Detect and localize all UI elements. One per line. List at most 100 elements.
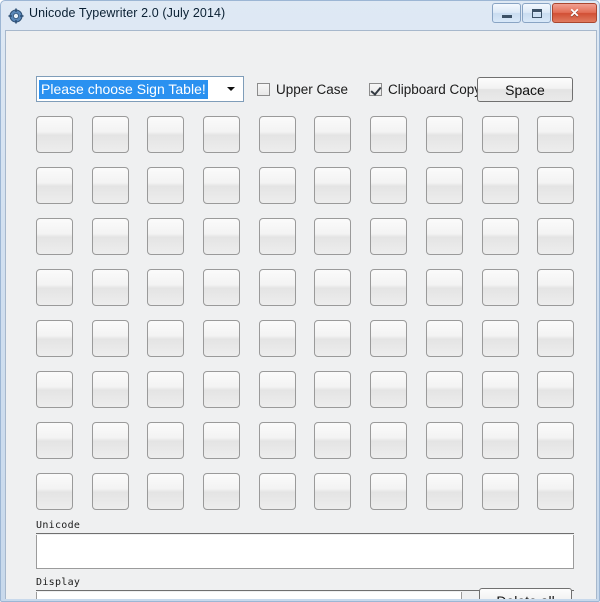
upper-case-checkbox-box[interactable] — [257, 83, 270, 96]
sign-button[interactable] — [91, 473, 129, 510]
clipboard-copy-label: Clipboard Copy — [388, 82, 482, 97]
sign-button[interactable] — [203, 422, 241, 459]
sign-button[interactable] — [36, 167, 73, 204]
sign-button[interactable] — [314, 167, 352, 204]
sign-button[interactable] — [481, 269, 519, 306]
sign-button[interactable] — [36, 473, 73, 510]
sign-button[interactable] — [370, 218, 408, 255]
sign-button[interactable] — [481, 473, 519, 510]
sign-button[interactable] — [147, 167, 185, 204]
sign-button[interactable] — [425, 371, 463, 408]
sign-button[interactable] — [91, 167, 129, 204]
sign-button[interactable] — [481, 167, 519, 204]
sign-button[interactable] — [425, 116, 463, 153]
sign-button[interactable] — [258, 269, 296, 306]
sign-button[interactable] — [425, 320, 463, 357]
sign-button[interactable] — [258, 218, 296, 255]
sign-button[interactable] — [537, 320, 575, 357]
sign-button[interactable] — [425, 269, 463, 306]
sign-button[interactable] — [481, 320, 519, 357]
sign-button[interactable] — [314, 371, 352, 408]
sign-button[interactable] — [91, 269, 129, 306]
clipboard-copy-checkbox[interactable]: Clipboard Copy — [369, 82, 481, 97]
sign-button[interactable] — [36, 320, 73, 357]
sign-button[interactable] — [537, 371, 575, 408]
sign-button[interactable] — [314, 422, 352, 459]
sign-button[interactable] — [91, 116, 129, 153]
sign-button[interactable] — [36, 371, 73, 408]
window-title: Unicode Typewriter 2.0 (July 2014) — [29, 6, 226, 20]
upper-case-checkbox[interactable]: Upper Case — [257, 82, 348, 97]
sign-button[interactable] — [314, 320, 352, 357]
sign-button[interactable] — [537, 116, 575, 153]
sign-button[interactable] — [36, 269, 73, 306]
sign-button[interactable] — [147, 473, 185, 510]
sign-button[interactable] — [370, 371, 408, 408]
sign-button[interactable] — [370, 422, 408, 459]
sign-button[interactable] — [258, 167, 296, 204]
sign-button[interactable] — [481, 371, 519, 408]
sign-button[interactable] — [370, 269, 408, 306]
sign-button[interactable] — [91, 371, 129, 408]
sign-button[interactable] — [314, 269, 352, 306]
sign-button[interactable] — [91, 320, 129, 357]
sign-button[interactable] — [314, 218, 352, 255]
sign-button[interactable] — [258, 422, 296, 459]
minimize-icon — [501, 15, 512, 18]
sign-button[interactable] — [147, 218, 185, 255]
delete-all-button[interactable]: Delete all — [479, 588, 572, 599]
space-button[interactable]: Space — [477, 77, 573, 102]
title-bar: Unicode Typewriter 2.0 (July 2014) ✕ — [1, 1, 600, 30]
sign-button[interactable] — [258, 371, 296, 408]
sign-button[interactable] — [370, 320, 408, 357]
sign-button[interactable] — [203, 218, 241, 255]
close-button[interactable]: ✕ — [552, 3, 597, 23]
sign-button[interactable] — [147, 269, 185, 306]
sign-button[interactable] — [203, 320, 241, 357]
sign-button[interactable] — [36, 116, 73, 153]
sign-button[interactable] — [203, 371, 241, 408]
minimize-button[interactable] — [492, 3, 521, 23]
sign-button[interactable] — [314, 473, 352, 510]
sign-button[interactable] — [481, 422, 519, 459]
sign-button[interactable] — [370, 116, 408, 153]
sign-button[interactable] — [481, 218, 519, 255]
sign-button[interactable] — [425, 422, 463, 459]
sign-button[interactable] — [203, 269, 241, 306]
sign-button[interactable] — [481, 116, 519, 153]
window-controls: ✕ — [492, 3, 597, 23]
sign-button[interactable] — [425, 473, 463, 510]
sign-button[interactable] — [147, 116, 185, 153]
sign-button[interactable] — [147, 371, 185, 408]
unicode-textarea[interactable] — [36, 535, 574, 569]
sign-button[interactable] — [258, 320, 296, 357]
display-label: Display — [36, 577, 81, 588]
sign-button[interactable] — [91, 218, 129, 255]
sign-button[interactable] — [36, 422, 73, 459]
maximize-button[interactable] — [522, 3, 551, 23]
sign-button[interactable] — [425, 167, 463, 204]
sign-button[interactable] — [537, 167, 575, 204]
sign-button[interactable] — [370, 167, 408, 204]
sign-button[interactable] — [36, 218, 73, 255]
clipboard-copy-checkbox-box[interactable] — [369, 83, 382, 96]
sign-button[interactable] — [203, 473, 241, 510]
sign-button[interactable] — [314, 116, 352, 153]
sign-button[interactable] — [258, 116, 296, 153]
sign-button[interactable] — [203, 167, 241, 204]
sign-button[interactable] — [147, 422, 185, 459]
sign-button[interactable] — [425, 218, 463, 255]
sign-button[interactable] — [370, 473, 408, 510]
sign-button[interactable] — [91, 422, 129, 459]
chevron-down-icon[interactable] — [220, 78, 242, 100]
sign-button[interactable] — [537, 218, 575, 255]
close-icon: ✕ — [569, 6, 580, 20]
display-input[interactable] — [36, 592, 462, 599]
sign-button[interactable] — [203, 116, 241, 153]
sign-button[interactable] — [258, 473, 296, 510]
sign-button[interactable] — [537, 473, 575, 510]
sign-button[interactable] — [537, 269, 575, 306]
sign-button[interactable] — [537, 422, 575, 459]
sign-button[interactable] — [147, 320, 185, 357]
sign-table-select[interactable]: Please choose Sign Table! — [36, 76, 244, 102]
